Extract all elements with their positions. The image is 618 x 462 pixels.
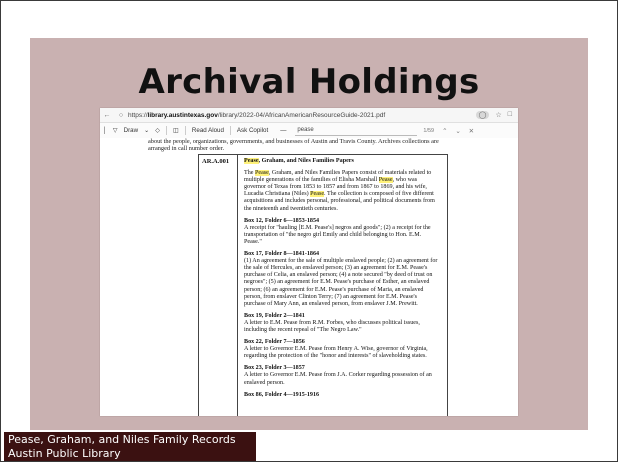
draw-button[interactable]: Draw [121, 127, 141, 134]
record-id: AR.A.001 [202, 158, 230, 165]
find-match-count: 1/59 [423, 127, 435, 134]
pdf-toolbar: │ ▽ Draw ⌄ ◇ ◫ Read Aloud Ask Copilot — … [100, 123, 518, 139]
box-text: (1) An agreement for the sale of multipl… [244, 258, 438, 307]
slide-caption: Pease, Graham, and Niles Family Records … [4, 432, 256, 461]
box-heading: Box 19, Folder 2—1841 [244, 312, 305, 319]
toolbar-divider [229, 126, 231, 135]
record-description: The Pease, Graham, and Niles Families Pa… [244, 170, 435, 212]
record-title: Pease, Graham, and Niles Families Papers [244, 158, 354, 164]
browser-screenshot: ← ○ https://library.austintexas.gov/libr… [100, 108, 518, 416]
pdf-menu-icon[interactable]: │ [100, 127, 110, 134]
page-view-icon[interactable]: ◫ [170, 127, 182, 134]
read-mode-icon[interactable]: ◯ [475, 111, 490, 119]
read-aloud-button[interactable]: Read Aloud [189, 127, 227, 134]
draw-icon[interactable]: ▽ [110, 127, 121, 134]
box-heading: Box 86, Folder 4—1915-1916 [244, 391, 320, 398]
box-heading: Box 12, Folder 6—1853-1854 [244, 217, 320, 224]
eraser-icon[interactable]: ◇ [152, 127, 163, 134]
url-prefix: https:// [128, 111, 148, 119]
box-text: A letter to E.M. Pease from R.M. Forbes,… [244, 319, 420, 333]
url-text[interactable]: https://library.austintexas.gov/library/… [128, 112, 476, 119]
intro-text: about the people, organizations, governm… [148, 138, 439, 153]
search-highlight: Pease [378, 177, 393, 184]
find-input[interactable]: pease [295, 126, 418, 136]
search-highlight: Pease [310, 191, 325, 198]
toolbar-divider [184, 126, 186, 135]
column-divider [237, 155, 238, 416]
ask-copilot-button[interactable]: Ask Copilot [234, 127, 271, 134]
collections-icon[interactable]: □ [508, 111, 512, 119]
favorite-star-icon[interactable]: ☆ [495, 111, 501, 119]
chevron-down-icon[interactable]: ⌄ [141, 127, 152, 134]
search-highlight: Pease [255, 170, 269, 177]
find-nav-icons[interactable]: ⌃ ⌄ ✕ [442, 127, 477, 135]
url-domain: library.austintexas.gov [147, 111, 218, 119]
lock-icon: ○ [118, 111, 124, 119]
address-bar[interactable]: ← ○ https://library.austintexas.gov/libr… [100, 108, 518, 123]
caption-line-2: Austin Public Library [8, 447, 121, 460]
caption-line-1: Pease, Graham, and Niles Family Records [8, 433, 236, 446]
url-path: /library/2022-04/AfricanAmericanResource… [217, 111, 386, 119]
search-highlight: Pease [244, 158, 259, 164]
record-content: Pease, Graham, and Niles Families Papers… [244, 158, 440, 399]
back-icon[interactable]: ← [100, 112, 114, 119]
slide-title: Archival Holdings [138, 62, 480, 102]
box-text: A letter to Governor E.M. Pease from Hen… [244, 346, 428, 360]
toolbar-divider [166, 126, 168, 135]
zoom-out-button[interactable]: — [277, 127, 289, 134]
pdf-page: about the people, organizations, governm… [100, 138, 518, 416]
record-table: AR.A.001 Pease, Graham, and Niles Famili… [198, 154, 448, 416]
box-text: A letter to Governor E.M. Pease from J.A… [244, 372, 432, 386]
box-text: A receipt for "hauling [E.M. Pease's] ne… [244, 224, 431, 245]
